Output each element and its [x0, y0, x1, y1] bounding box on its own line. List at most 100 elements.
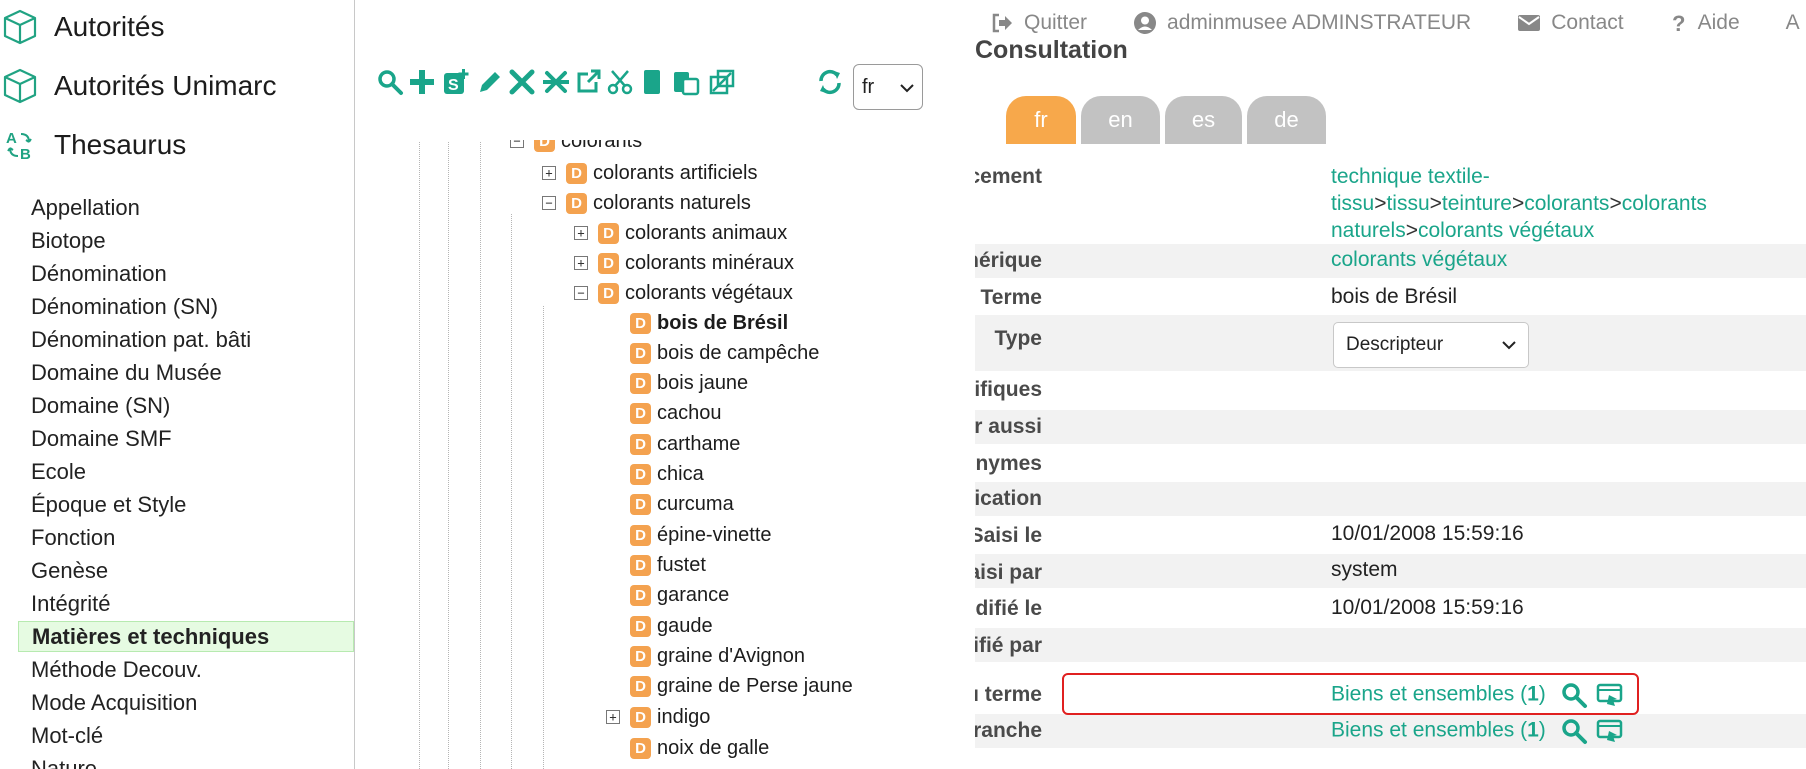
tree-node-label[interactable]: chica	[657, 463, 704, 486]
category-fonction[interactable]: Fonction	[18, 522, 354, 553]
category-domaine-du-musee[interactable]: Domaine du Musée	[18, 357, 354, 388]
tree-node[interactable]: Dnoix de galle	[606, 733, 769, 763]
tree-node[interactable]: Dbois de campêche	[606, 338, 819, 368]
tree-node-label[interactable]: bois de campêche	[657, 342, 819, 365]
notices-link[interactable]: Biens et ensembles (1)	[1331, 719, 1546, 742]
tree-node[interactable]: + Dcolorants minéraux	[574, 248, 794, 278]
tree-node-label[interactable]: colorants artificiels	[593, 162, 758, 185]
path-link[interactable]: colorants	[1524, 192, 1609, 215]
nav-user[interactable]: adminmusee ADMINSTRATEUR	[1133, 11, 1471, 35]
tree-node[interactable]: Dcachou	[606, 398, 722, 428]
category-biotope[interactable]: Biotope	[18, 225, 354, 256]
open-external-button[interactable]	[572, 68, 604, 100]
category-denomination-sn[interactable]: Dénomination (SN)	[18, 291, 354, 322]
path-link[interactable]: teinture	[1442, 192, 1512, 215]
tree-node-label[interactable]: garance	[657, 584, 729, 607]
category-nature[interactable]: Nature	[18, 753, 354, 769]
tree-node-label[interactable]: colorants	[561, 140, 642, 153]
collapse-toggle[interactable]: −	[542, 196, 556, 210]
path-link[interactable]: colorants végétaux	[1418, 219, 1594, 242]
tree-node[interactable]: Dcarthame	[606, 429, 740, 459]
nav-help[interactable]: ? Aide	[1670, 11, 1740, 35]
tree-node[interactable]: + Dcolorants artificiels	[542, 158, 758, 188]
refresh-button[interactable]	[814, 68, 846, 100]
search-icon[interactable]	[1560, 717, 1588, 745]
path-link[interactable]: technique textile-	[1331, 165, 1490, 188]
tree-node-label[interactable]: épine-vinette	[657, 524, 772, 547]
type-select[interactable]: Descripteur	[1333, 322, 1529, 368]
category-mode-acquisition[interactable]: Mode Acquisition	[18, 687, 354, 718]
nav-contact[interactable]: Contact	[1517, 11, 1624, 35]
tree-node-label[interactable]: fustet	[657, 554, 706, 577]
tree-node[interactable]: − Dcolorants	[510, 140, 642, 156]
tree-node[interactable]: Dchica	[606, 459, 704, 489]
nav-quit[interactable]: Quitter	[990, 11, 1087, 35]
add-button[interactable]	[406, 68, 438, 100]
search-button[interactable]	[374, 68, 406, 100]
tree-node-label[interactable]: bois jaune	[657, 372, 748, 395]
category-denomination[interactable]: Dénomination	[18, 258, 354, 289]
tree-node[interactable]: − Dcolorants végétaux	[574, 278, 793, 308]
tree-node[interactable]: Dcurcuma	[606, 489, 734, 519]
path-link[interactable]: tissu	[1386, 192, 1429, 215]
cut-button[interactable]	[604, 68, 636, 100]
tree-node-label[interactable]: colorants animaux	[625, 222, 787, 245]
tree-node[interactable]: Dgarance	[606, 580, 729, 610]
tree-node[interactable]: Dbois jaune	[606, 368, 748, 398]
expand-toggle[interactable]: +	[574, 256, 588, 270]
tree-node[interactable]: Dgraine de Perse jaune	[606, 671, 853, 701]
category-domaine-smf[interactable]: Domaine SMF	[18, 423, 354, 454]
tree-node-label[interactable]: carthame	[657, 433, 740, 456]
paste-button[interactable]	[670, 68, 702, 100]
merge-button[interactable]	[540, 68, 572, 100]
nav-language[interactable]: A	[1786, 11, 1800, 35]
relink-button[interactable]	[706, 68, 738, 100]
module-autorites[interactable]: Autorités	[0, 2, 165, 52]
tree-node-label[interactable]: cachou	[657, 402, 722, 425]
generique-link[interactable]: colorants végétaux	[1331, 248, 1507, 272]
collapse-toggle[interactable]: −	[510, 140, 524, 148]
tree-node[interactable]: + Dcolorants animaux	[574, 218, 787, 248]
tree-node-label[interactable]: noix de galle	[657, 737, 769, 760]
tree-node[interactable]: Dgraine d'Avignon	[606, 641, 805, 671]
path-link[interactable]: colorants	[1622, 192, 1707, 215]
category-methode-decouv[interactable]: Méthode Decouv.	[18, 654, 354, 685]
category-genese[interactable]: Genèse	[18, 555, 354, 586]
category-domaine-sn[interactable]: Domaine (SN)	[18, 390, 354, 421]
tree-node-label[interactable]: curcuma	[657, 493, 734, 516]
category-epoque-et-style[interactable]: Époque et Style	[18, 489, 354, 520]
category-integrite[interactable]: Intégrité	[18, 588, 354, 619]
tree-node-label[interactable]: gaude	[657, 615, 713, 638]
tree-node[interactable]: − Dcolorants naturels	[542, 188, 751, 218]
tree-node[interactable]: + Dindigo	[606, 702, 710, 732]
tree-node[interactable]: Dépine-vinette	[606, 520, 772, 550]
module-thesaurus[interactable]: AB Thesaurus	[0, 120, 186, 170]
category-appellation[interactable]: Appellation	[18, 192, 354, 223]
category-ecole[interactable]: Ecole	[18, 456, 354, 487]
module-autorites-unimarc[interactable]: Autorités Unimarc	[0, 61, 277, 111]
expand-toggle[interactable]: +	[542, 166, 556, 180]
category-matieres-et-techniques[interactable]: Matières et techniques	[18, 621, 354, 652]
open-list-icon[interactable]	[1596, 717, 1624, 745]
path-link[interactable]: tissu	[1331, 192, 1374, 215]
language-select[interactable]: fr	[853, 64, 923, 110]
path-link[interactable]: naturels	[1331, 219, 1406, 242]
category-denomination-pat-bati[interactable]: Dénomination pat. bâti	[18, 324, 354, 355]
tree-node-selected[interactable]: Dbois de Brésil	[606, 308, 788, 338]
tree-node-label[interactable]: colorants naturels	[593, 192, 751, 215]
tree-node-label[interactable]: colorants minéraux	[625, 252, 794, 275]
tree-node-label[interactable]: graine d'Avignon	[657, 645, 805, 668]
tree-node-label[interactable]: indigo	[657, 706, 710, 729]
tree-node[interactable]: Dfustet	[606, 550, 706, 580]
tab-en[interactable]: en	[1081, 96, 1160, 144]
tab-de[interactable]: de	[1247, 96, 1326, 144]
expand-toggle[interactable]: +	[606, 710, 620, 724]
tab-es[interactable]: es	[1165, 96, 1242, 144]
collapse-toggle[interactable]: −	[574, 286, 588, 300]
category-mot-cle[interactable]: Mot-clé	[18, 720, 354, 751]
add-specific-button[interactable]: S	[440, 68, 472, 100]
tree-node-label[interactable]: graine de Perse jaune	[657, 675, 853, 698]
delete-button[interactable]	[506, 68, 538, 100]
copy-button[interactable]	[636, 68, 668, 100]
tree-node-label[interactable]: colorants végétaux	[625, 282, 793, 305]
